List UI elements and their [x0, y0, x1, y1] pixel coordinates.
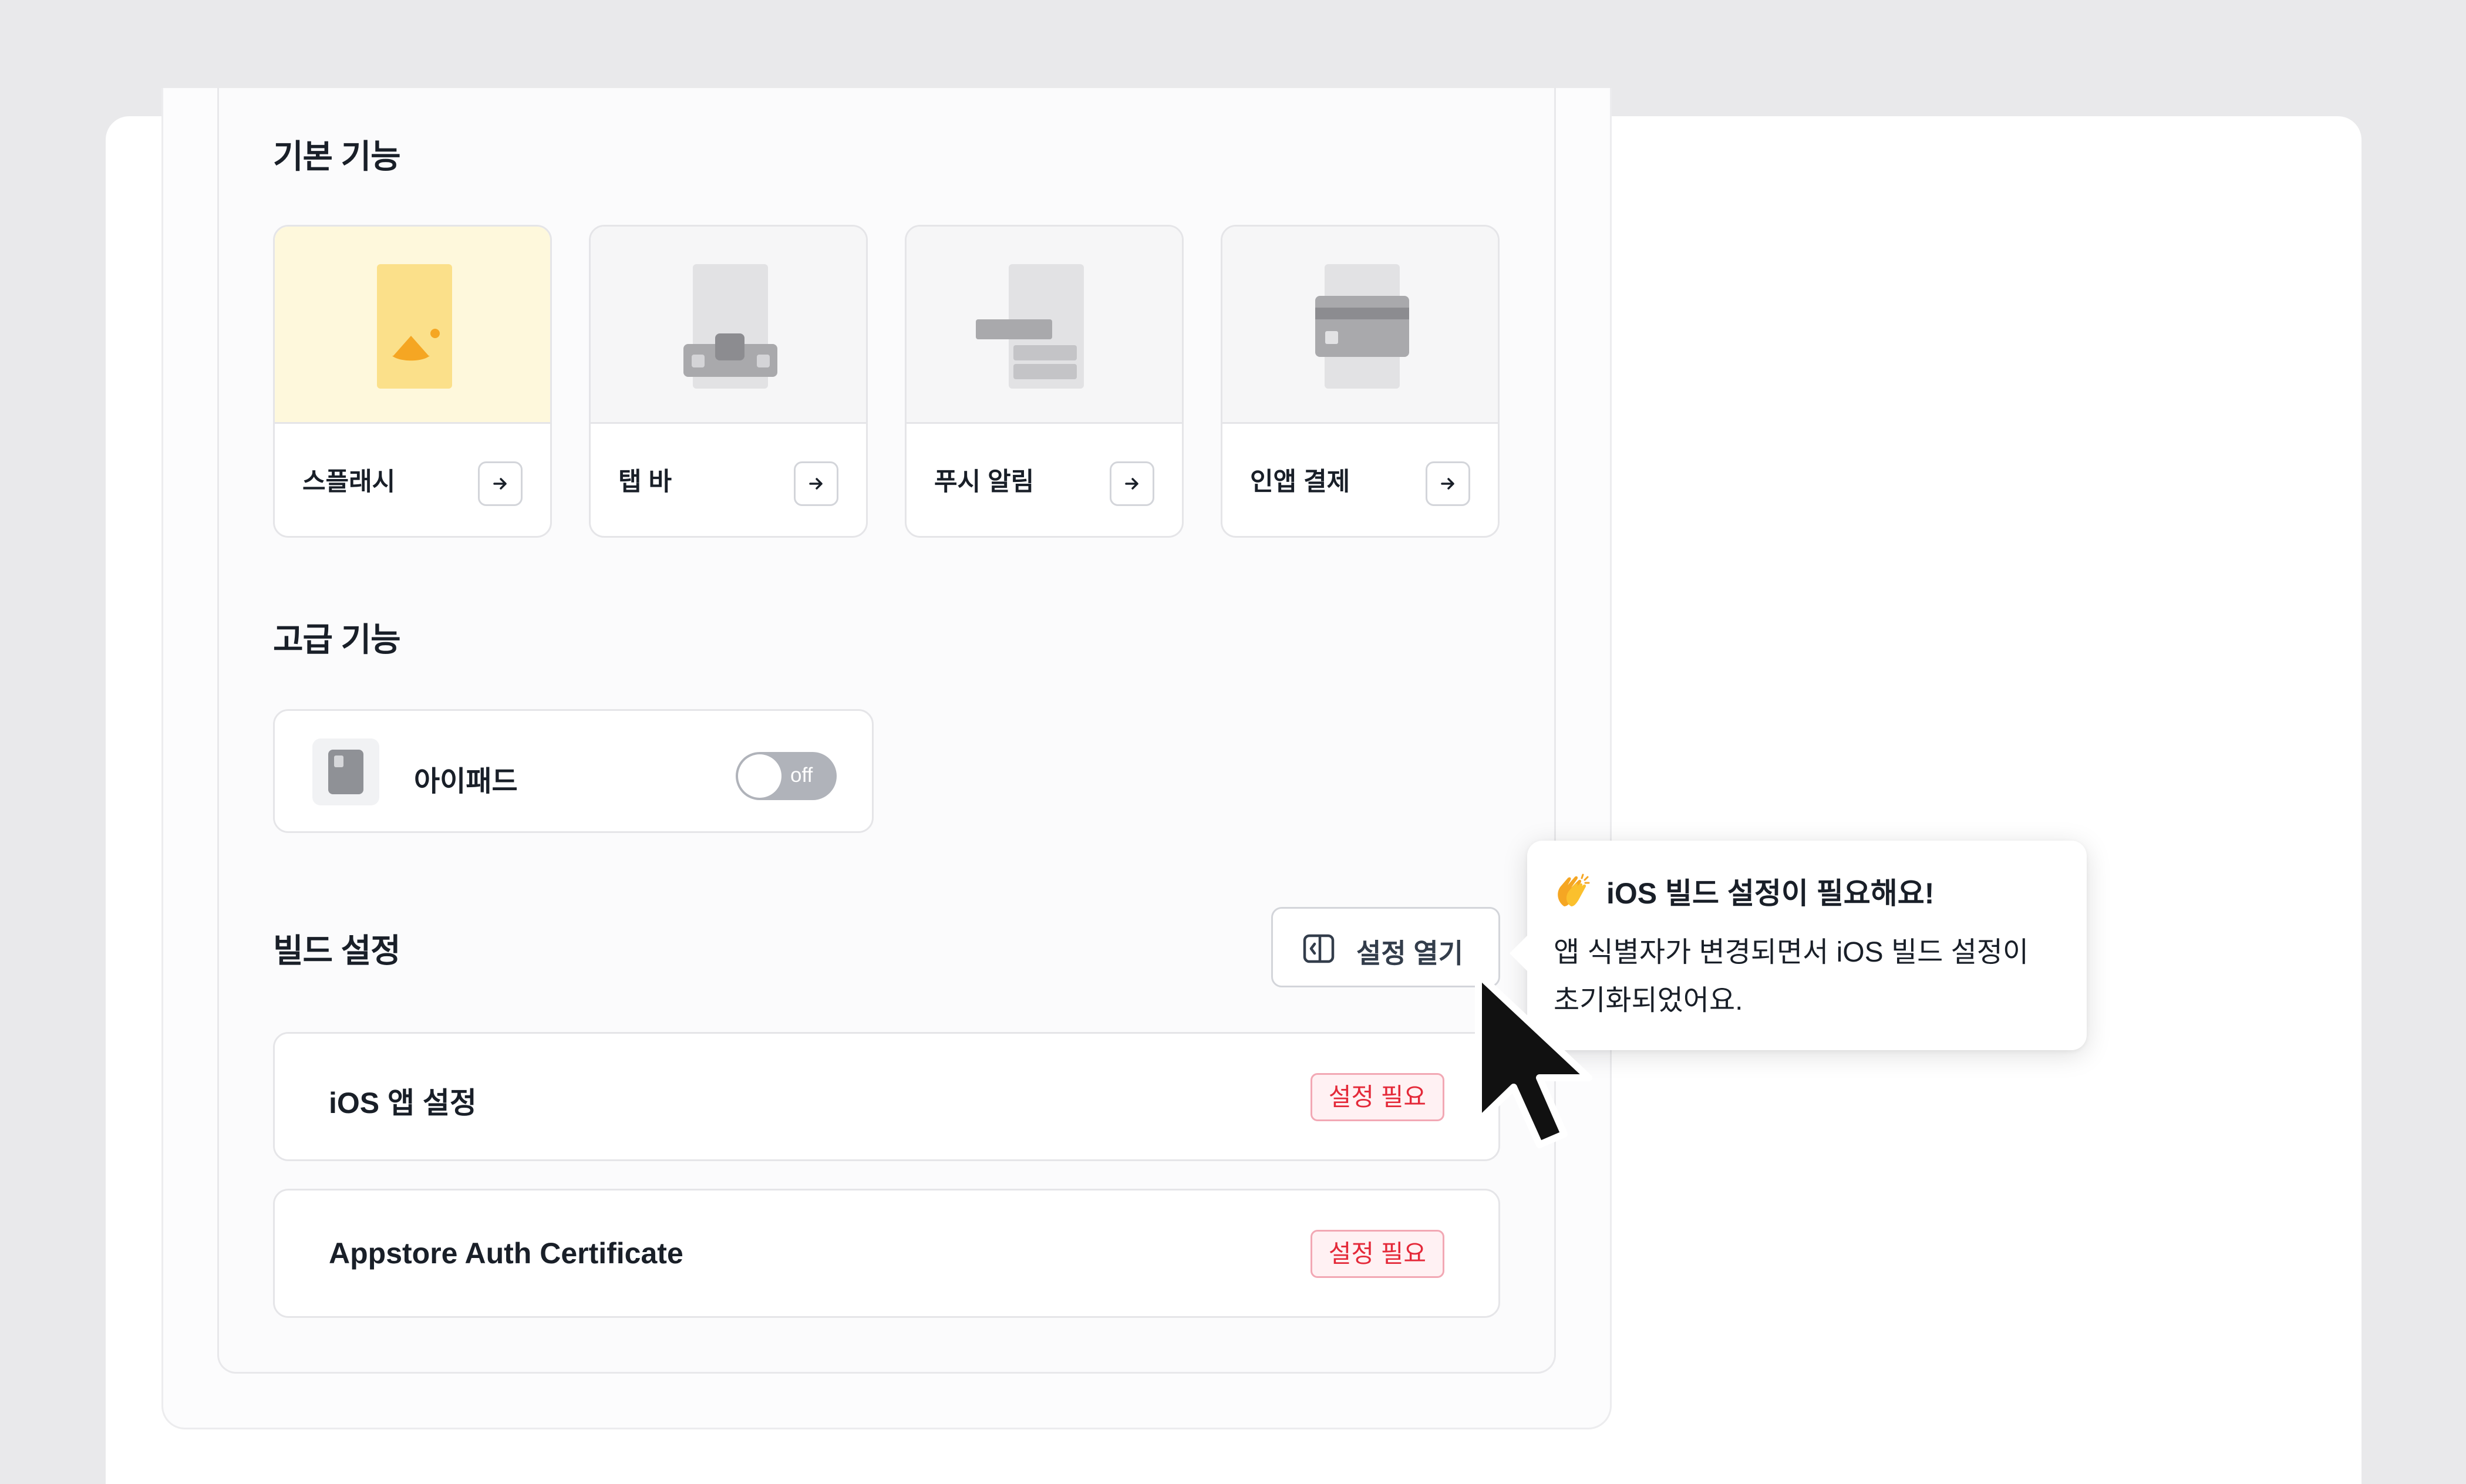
feature-card-push[interactable]: 푸시 알림	[905, 225, 1184, 538]
feature-label: 스플래시	[302, 468, 396, 496]
feature-card-in-app-payment[interactable]: 인앱 결제	[1221, 225, 1500, 538]
arrow-right-icon	[1441, 478, 1454, 490]
feature-label: 탭 바	[618, 468, 672, 496]
arrow-right-button[interactable]	[1110, 461, 1154, 506]
ipad-label: 아이패드	[414, 766, 518, 797]
build-row-appstore-cert[interactable]: Appstore Auth Certificate 설정 필요	[273, 1189, 1500, 1318]
feature-label: 인앱 결제	[1250, 468, 1350, 496]
tooltip-line: 초기화되었어요.	[1554, 985, 1743, 1016]
status-badge: 설정 필요	[1310, 1230, 1444, 1278]
toggle-state-text: off	[790, 764, 813, 787]
feature-card-splash[interactable]: 스플래시	[273, 225, 552, 538]
feature-label: 푸시 알림	[934, 468, 1035, 496]
in-app-payment-icon	[1315, 264, 1409, 389]
arrow-right-button[interactable]	[478, 461, 523, 506]
section-title-advanced: 고급 기능	[273, 621, 401, 658]
push-notification-icon	[976, 264, 1084, 389]
open-settings-label: 설정 열기	[1356, 938, 1464, 969]
arrow-right-icon	[493, 478, 507, 490]
tooltip-line: 앱 식별자가 변경되면서 iOS 빌드 설정이	[1554, 937, 2029, 968]
mouse-cursor-icon	[1475, 971, 1592, 1148]
tab-bar-icon	[683, 264, 777, 389]
ipad-setting-card: 아이패드 off	[273, 709, 874, 833]
ipad-icon	[312, 738, 379, 805]
splash-icon	[377, 264, 452, 389]
arrow-right-button[interactable]	[794, 461, 838, 506]
section-title-build: 빌드 설정	[273, 932, 401, 969]
build-settings-tooltip: iOS 빌드 설정이 필요해요! 앱 식별자가 변경되면서 iOS 빌드 설정이…	[1510, 841, 2087, 1050]
ipad-toggle[interactable]: off	[736, 752, 837, 800]
feature-thumb	[591, 227, 866, 424]
arrow-right-icon	[809, 478, 823, 490]
build-row-label: Appstore Auth Certificate	[329, 1237, 683, 1270]
tooltip-title: iOS 빌드 설정이 필요해요!	[1606, 877, 1935, 910]
toggle-knob	[738, 754, 781, 798]
build-row-label: iOS 앱 설정	[329, 1087, 477, 1119]
feature-card-tab-bar[interactable]: 탭 바	[589, 225, 868, 538]
arrow-right-icon	[1125, 478, 1138, 490]
build-row-ios-app[interactable]: iOS 앱 설정 설정 필요	[273, 1032, 1500, 1161]
side-panel-icon	[1303, 934, 1335, 963]
feature-thumb	[1222, 227, 1498, 424]
feature-thumb	[275, 227, 550, 424]
status-badge: 설정 필요	[1310, 1073, 1444, 1121]
section-title-basic: 기본 기능	[273, 138, 401, 175]
clapping-hands-icon	[1558, 873, 1590, 906]
feature-thumb	[907, 227, 1182, 424]
arrow-right-button[interactable]	[1426, 461, 1470, 506]
tooltip-body: 앱 식별자가 변경되면서 iOS 빌드 설정이 초기화되었어요.	[1554, 929, 2070, 1025]
